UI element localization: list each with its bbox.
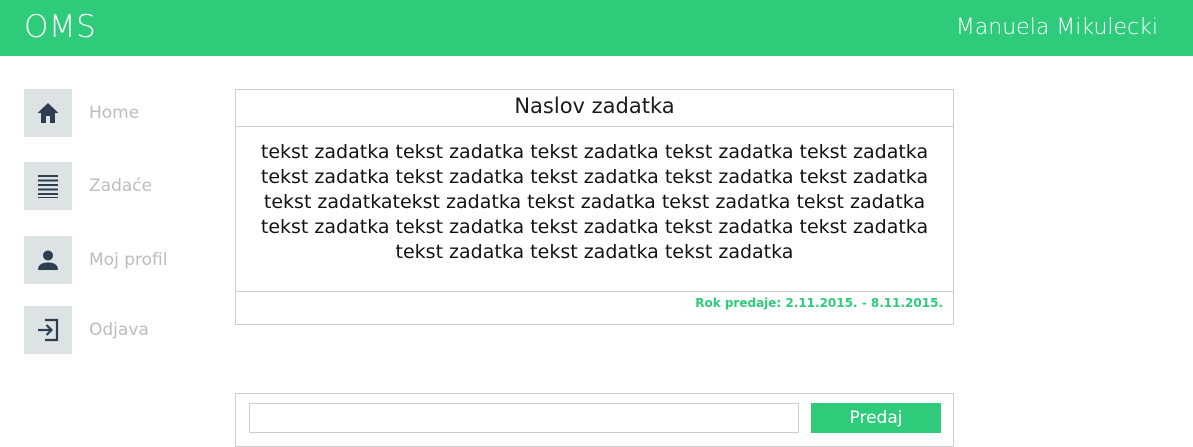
app-title[interactable]: OMS — [24, 9, 96, 45]
task-body-line: tekst zadatka tekst zadatka tekst zadatk… — [260, 141, 929, 163]
home-icon — [24, 89, 72, 137]
task-title: Naslov zadatka — [236, 90, 953, 127]
submission-input[interactable] — [249, 403, 799, 433]
deadline-text: Rok predaje: 2.11.2015. - 8.11.2015. — [695, 296, 943, 310]
task-body-line: tekst zadatka tekst zadatka tekst zadatk… — [395, 241, 794, 263]
task-body-line: tekst zadatka tekst zadatka tekst zadatk… — [260, 166, 929, 188]
user-icon — [24, 236, 72, 284]
list-icon — [24, 162, 72, 210]
sidebar-item-odjava[interactable]: Odjava — [24, 306, 204, 354]
sidebar-item-home[interactable]: Home — [24, 89, 204, 137]
top-bar: OMS Manuela Mikulecki — [0, 0, 1193, 56]
task-body-line: tekst zadatka tekst zadatka tekst zadatk… — [260, 216, 929, 238]
user-name[interactable]: Manuela Mikulecki — [956, 15, 1158, 40]
task-footer: Rok predaje: 2.11.2015. - 8.11.2015. — [236, 291, 953, 325]
sidebar-item-label: Moj profil — [89, 250, 168, 270]
task-body: tekst zadatka tekst zadatka tekst zadatk… — [236, 140, 953, 265]
sidebar-item-profil[interactable]: Moj profil — [24, 236, 204, 284]
sidebar-item-label: Odjava — [89, 320, 149, 340]
sidebar-item-zadace[interactable]: Zadaće — [24, 162, 204, 210]
logout-icon — [24, 306, 72, 354]
sidebar-item-label: Home — [89, 103, 140, 123]
task-body-line: tekst zadatkatekst zadatka tekst zadatka… — [263, 191, 926, 213]
sidebar-item-label: Zadaće — [89, 176, 153, 196]
submission-panel: Predaj — [235, 393, 954, 447]
task-card: Naslov zadatka tekst zadatka tekst zadat… — [235, 89, 954, 325]
submit-button[interactable]: Predaj — [811, 403, 941, 433]
